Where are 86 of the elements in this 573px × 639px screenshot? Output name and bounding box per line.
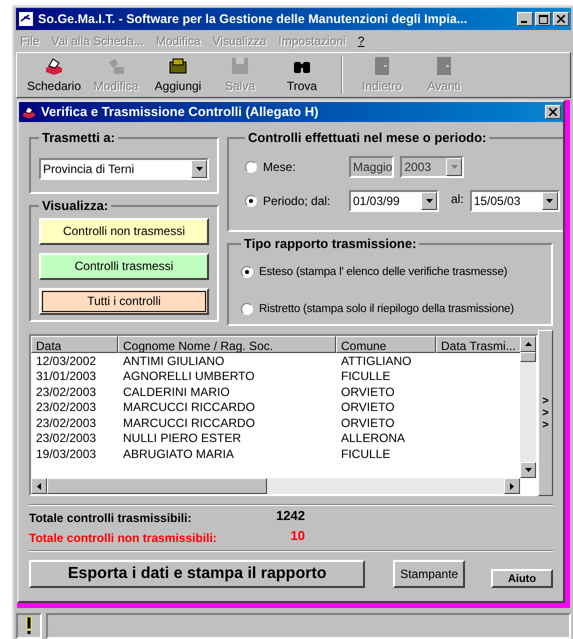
horizontal-scrollbar[interactable]: [31, 478, 520, 494]
radio-label: Ristretto (stampa solo il riepilogo della trasmissione): [259, 302, 514, 317]
total-label: Totale controlli non trasmissibili:: [29, 530, 218, 547]
toolbar-button[interactable]: Trova: [271, 53, 333, 97]
exclamation-icon: [26, 617, 32, 635]
group-label: Trasmetti a:: [41, 129, 116, 147]
table-cell-text: FICULLE: [340, 368, 392, 386]
table-cell-text: ORVIETO: [340, 384, 396, 401]
radio-button[interactable]: [241, 303, 253, 316]
table-cell-text: CALDERINI MARIO: [122, 384, 231, 401]
column-header[interactable]: Comune: [336, 336, 436, 353]
caret-icon: [450, 164, 458, 168]
group-label: Visualizza:: [41, 197, 110, 215]
expand-arrow[interactable]: >: [542, 419, 549, 431]
table-cell-text: 12/03/2002: [35, 353, 98, 370]
action-button[interactable]: Stampante: [393, 560, 466, 588]
card-box-icon: [43, 56, 65, 76]
app-icon: [18, 11, 34, 27]
toolbar-button[interactable]: Schedario: [23, 53, 85, 97]
left-arrow-icon: [37, 482, 41, 490]
close-icon: [557, 15, 565, 23]
filter-button[interactable]: Tutti i controlli: [39, 288, 209, 314]
table-cell-text: 23/02/2003: [35, 399, 98, 416]
toolbar-button[interactable]: Aggiungi: [147, 53, 209, 97]
table-cell-text: 23/02/2003: [35, 384, 98, 401]
dropdown-button[interactable]: [421, 192, 437, 210]
action-button[interactable]: Esporta i dati e stampa il rapporto: [29, 560, 366, 588]
table-cell-text: ATTIGLIANO: [340, 353, 412, 370]
dropdown-field[interactable]: 01/03/99: [349, 190, 439, 212]
table-cell-text: 23/02/2003: [35, 430, 98, 448]
radio-label: Periodo; dal:: [263, 192, 332, 210]
up-arrow-icon: [524, 342, 532, 346]
caret-icon: [196, 166, 202, 170]
table-cell-text: 31/01/2003: [35, 368, 98, 386]
filter-button[interactable]: Controlli trasmessi: [39, 252, 209, 280]
field-label: al:: [451, 190, 464, 208]
maximize-button[interactable]: [535, 12, 551, 26]
filter-button[interactable]: Controlli non trasmessi: [39, 218, 209, 244]
scroll-thumb[interactable]: [47, 478, 267, 494]
dropdown-field[interactable]: Provincia di Terni: [39, 158, 209, 180]
column-header[interactable]: Data Trasmi...: [436, 336, 522, 353]
table-cell-text: ALLERONA: [340, 430, 406, 448]
radio-button[interactable]: [241, 266, 253, 278]
table-cell-text: NULLI PIERO ESTER: [122, 430, 242, 448]
close-icon: [549, 108, 557, 116]
card-box-icon: [21, 104, 37, 120]
scroll-thumb[interactable]: [520, 352, 536, 362]
vertical-scrollbar[interactable]: [520, 336, 536, 478]
window-title: So.Ge.Ma.I.T. - Software per la Gestione delle Manutenzioni degli Impia...: [38, 10, 468, 28]
radio-button[interactable]: [245, 194, 257, 206]
expand-arrow[interactable]: >: [542, 407, 549, 419]
dropdown-button[interactable]: [191, 160, 207, 178]
dialog-title: Verifica e Trasmissione Controlli (Allegato H): [41, 103, 320, 122]
table-cell-text: AGNORELLI UMBERTO: [122, 368, 256, 386]
radio-label: Esteso (stampa l' elenco delle verifiche trasmesse): [259, 264, 508, 280]
dropdown-button[interactable]: [542, 192, 558, 210]
table-cell-text: MARCUCCI RICCARDO: [122, 414, 256, 432]
table-cell-text: ORVIETO: [340, 414, 396, 432]
maximize-icon: [538, 14, 548, 24]
right-arrow-icon: [510, 482, 514, 490]
box-icon: [167, 56, 189, 76]
caret-icon: [426, 198, 432, 202]
radio-button[interactable]: [245, 160, 257, 172]
caret-icon: [546, 198, 554, 202]
table-cell-text: FICULLE: [340, 446, 392, 463]
table-cell-text: 19/03/2003: [35, 446, 98, 463]
dropdown-field[interactable]: 15/05/03: [470, 190, 560, 212]
close-button[interactable]: [553, 12, 569, 26]
minimize-button[interactable]: [517, 12, 533, 26]
action-button[interactable]: Aiuto: [491, 569, 553, 588]
group-label: Tipo rapporto trasmissione:: [243, 235, 418, 253]
group-label: Controlli effettuati nel mese o periodo:: [247, 129, 488, 147]
table-cell-text: MARCUCCI RICCARDO: [122, 399, 256, 416]
radio-label: Mese:: [263, 158, 297, 176]
menu-item[interactable]: ?: [358, 32, 364, 50]
total-label: Totale controlli trasmissibili:: [29, 510, 192, 527]
down-arrow-icon: [524, 468, 532, 472]
close-button[interactable]: [545, 105, 561, 119]
table-cell-text: ABRUGIATO MARIA: [122, 446, 235, 463]
table-cell-text: 23/02/2003: [35, 414, 98, 432]
column-header[interactable]: Data: [31, 336, 118, 353]
table-cell-text: ORVIETO: [340, 399, 396, 416]
total-value: 10: [290, 527, 305, 546]
table-cell-text: ANTIMI GIULIANO: [122, 353, 226, 370]
expand-arrow[interactable]: >: [542, 395, 549, 407]
total-value: 1242: [275, 507, 305, 526]
